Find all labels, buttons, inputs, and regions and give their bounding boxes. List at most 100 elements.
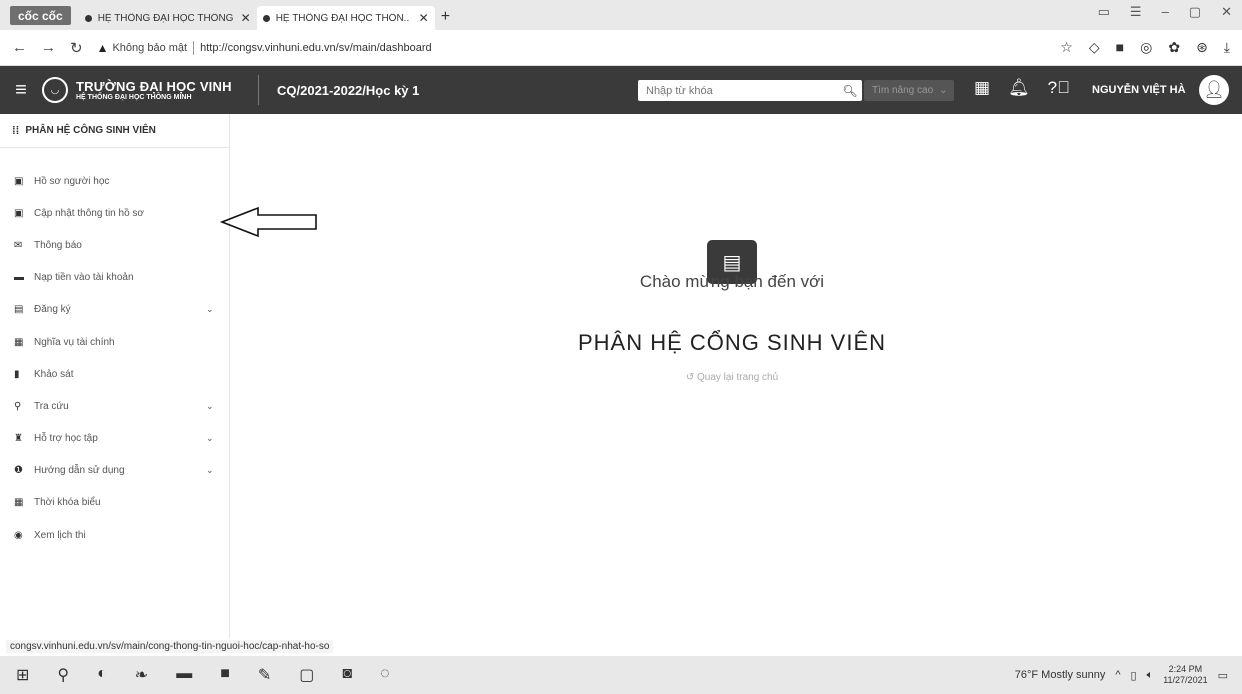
tab-close-icon[interactable]: ✕ (419, 11, 429, 25)
notification-icon[interactable]: ▭ (1218, 669, 1228, 682)
minimize-icon[interactable]: – (1162, 4, 1169, 20)
undo-icon: ↺ (685, 372, 697, 383)
sidebar-item[interactable]: ▦ Thời khóa biểu (0, 487, 230, 519)
reading-list-icon[interactable]: ☰ (1130, 4, 1142, 20)
bookmark-star-icon[interactable]: ☆ (1060, 39, 1073, 56)
url-text[interactable]: http://congsv.vinhuni.edu.vn/sv/main/das… (200, 42, 432, 54)
chevron-up-icon[interactable]: ^ (1115, 669, 1120, 681)
university-subtitle: HỆ THỐNG ĐẠI HỌC THÔNG MINH (76, 94, 192, 101)
avatar[interactable]: 👤︎ (1199, 75, 1229, 105)
status-url-tooltip: congsv.vinhuni.edu.vn/sv/main/cong-thong… (6, 640, 334, 653)
edge-browser-icon[interactable]: ◐ (97, 665, 107, 685)
volume-icon[interactable]: 🔈︎ (1147, 669, 1154, 682)
search-input[interactable] (638, 84, 838, 97)
sidebar-item-label: Hồ sơ người học (34, 175, 110, 187)
back-icon[interactable]: ← (12, 39, 27, 56)
meeting-icon[interactable]: ◙ (342, 665, 352, 685)
sidebar-header: ⁞⁞ PHÂN HỆ CÔNG SINH VIÊN (0, 114, 229, 148)
chevron-down-icon: ⌄ (939, 85, 948, 96)
sidebar-item-label: Hướng dẫn sử dụng (34, 465, 125, 477)
chat-icon[interactable]: ▢ (299, 665, 314, 685)
taskbar-apps: ⊞ ⚲ ◐ ❧ ▬ ■ ✎ ▢ ◙ ◌ (0, 665, 390, 685)
profile-icon[interactable]: ⊛ (1196, 39, 1208, 56)
menu-toggle-icon[interactable]: ≡ (0, 79, 42, 102)
date-text: 11/27/2021 (1163, 675, 1208, 685)
sidebar-item[interactable]: ▣ Hồ sơ người học (0, 165, 230, 197)
sidebar-item[interactable]: ❶ Hướng dẫn sử dụng ⌄ (0, 455, 230, 487)
browser-brand-logo[interactable]: cốc cốc (10, 6, 71, 25)
sidebar-item-label: Thời khóa biểu (34, 497, 101, 509)
taskbar: ⊞ ⚲ ◐ ❧ ▬ ■ ✎ ▢ ◙ ◌ 76°F Mostly sunny ^ … (0, 656, 1242, 694)
calendar-icon: ▦ (14, 497, 24, 509)
university-name-block[interactable]: TRƯỜNG ĐẠI HỌC VINH HỆ THỐNG ĐẠI HỌC THÔ… (76, 79, 246, 101)
app-icon[interactable]: ✎ (258, 665, 271, 685)
search-icon[interactable]: 🔍︎ (838, 84, 862, 98)
start-icon[interactable]: ⊞ (16, 665, 29, 685)
browser-tab-active[interactable]: HỆ THỐNG ĐẠI HỌC THÔN.. ✕ (256, 6, 435, 30)
extensions-icon[interactable]: ✿ (1168, 39, 1180, 56)
sidebar-item-label: Khảo sát (34, 368, 74, 380)
id-card-icon: ▣ (14, 175, 24, 187)
university-logo[interactable]: ◡ (42, 77, 68, 103)
advanced-search-label: Tìm nâng cao (872, 85, 934, 96)
envelope-icon: ✉ (14, 239, 23, 251)
info-icon: ❶ (14, 465, 23, 477)
sidebar-item-label: Tra cứu (34, 400, 69, 412)
downloads-tray-icon[interactable]: ⤓ (1224, 39, 1230, 56)
user-name[interactable]: NGUYỄN VIỆT HÀ (1092, 84, 1186, 96)
sidebar-item-label: Nạp tiền vào tài khoản (34, 272, 134, 284)
chevron-down-icon[interactable]: ⌄ (206, 433, 230, 444)
forward-icon[interactable]: → (41, 39, 56, 56)
semester-selector[interactable]: CQ/2021-2022/Học kỳ 1 (277, 83, 419, 98)
coccoc-browser-icon[interactable]: ❧ (135, 665, 148, 685)
eye-icon[interactable]: ◎ (1140, 39, 1152, 56)
sidebar-item[interactable]: ✉ Thông báo (0, 229, 230, 261)
sidebar-item[interactable]: ▮ Khảo sát (0, 358, 230, 390)
maximize-icon[interactable]: ▢ (1189, 4, 1201, 20)
sidebar-item[interactable]: ▣ Cập nhật thông tin hồ sơ (0, 197, 230, 229)
clock[interactable]: 2:24 PM 11/27/2021 (1163, 664, 1207, 686)
home-link[interactable]: ↺ Quay lại trang chủ (540, 372, 924, 383)
sidebar-item[interactable]: ▦ Nghĩa vụ tài chính (0, 326, 230, 358)
shield-icon[interactable]: ◇ (1089, 39, 1100, 56)
store-icon[interactable]: ■ (220, 665, 230, 685)
globe-icon: ◉ (14, 529, 23, 541)
help-icon[interactable]: ?⃝ (1048, 78, 1070, 98)
cast-icon[interactable]: ▭ (1098, 4, 1110, 20)
network-icon[interactable]: ▯ (1131, 669, 1137, 682)
sidebar-item[interactable]: ▬ Nạp tiền vào tài khoản (0, 262, 230, 294)
tab-label: HỆ THỐNG ĐẠI HỌC THÔN.. (275, 12, 410, 24)
sidebar-item[interactable]: ◉ Xem lịch thi (0, 519, 230, 551)
weather-text[interactable]: 76°F Mostly sunny (1015, 669, 1106, 681)
reload-icon[interactable]: ↻ (70, 39, 83, 57)
search-icon[interactable]: ⚲ (57, 665, 69, 685)
tab-close-icon[interactable]: ✕ (241, 11, 251, 25)
money-icon: ▦ (14, 336, 24, 348)
chevron-down-icon[interactable]: ⌄ (206, 304, 230, 315)
portal-title: PHÂN HỆ CỔNG SINH VIÊN (577, 330, 887, 355)
chevron-down-icon[interactable]: ⌄ (206, 401, 230, 412)
chevron-down-icon[interactable]: ⌄ (206, 465, 230, 476)
apps-grid-icon[interactable]: ▦ (974, 78, 990, 98)
security-label[interactable]: Không bảo mật (112, 42, 187, 54)
browser-tab[interactable]: HỆ THỐNG ĐẠI HỌC THÔNG ✕ (79, 6, 257, 30)
close-window-icon[interactable]: ✕ (1221, 4, 1232, 20)
annotation-arrow (219, 206, 317, 238)
bell-icon[interactable]: 🔔︎ (1008, 78, 1030, 98)
sidebar-item[interactable]: ♜ Hỗ trợ học tập ⌄ (0, 423, 230, 455)
sidebar-title: PHÂN HỆ CÔNG SINH VIÊN (25, 125, 156, 136)
sidebar-item[interactable]: ⚲ Tra cứu ⌄ (0, 390, 230, 422)
search-box: 🔍︎ (638, 80, 862, 101)
address-bar: ← → ↻ ▲ Không bảo mật http://congsv.vinh… (0, 30, 1242, 66)
sidebar-item[interactable]: ▤ Đăng ký ⌄ (0, 294, 230, 326)
sidebar-item-label: Đăng ký (34, 304, 71, 316)
app-icon[interactable]: ◌ (380, 665, 390, 685)
sidebar-item-label: Xem lịch thi (34, 529, 86, 541)
sidebar-item-label: Cập nhật thông tin hồ sơ (34, 207, 144, 219)
time-text: 2:24 PM (1168, 664, 1203, 674)
advanced-search-dropdown[interactable]: Tìm nâng cao ⌄ (864, 80, 954, 101)
download-icon[interactable]: ■ (1116, 39, 1124, 56)
new-tab-button[interactable]: + (441, 8, 450, 26)
file-explorer-icon[interactable]: ▬ (176, 665, 192, 685)
warning-icon: ▲ (96, 40, 109, 55)
